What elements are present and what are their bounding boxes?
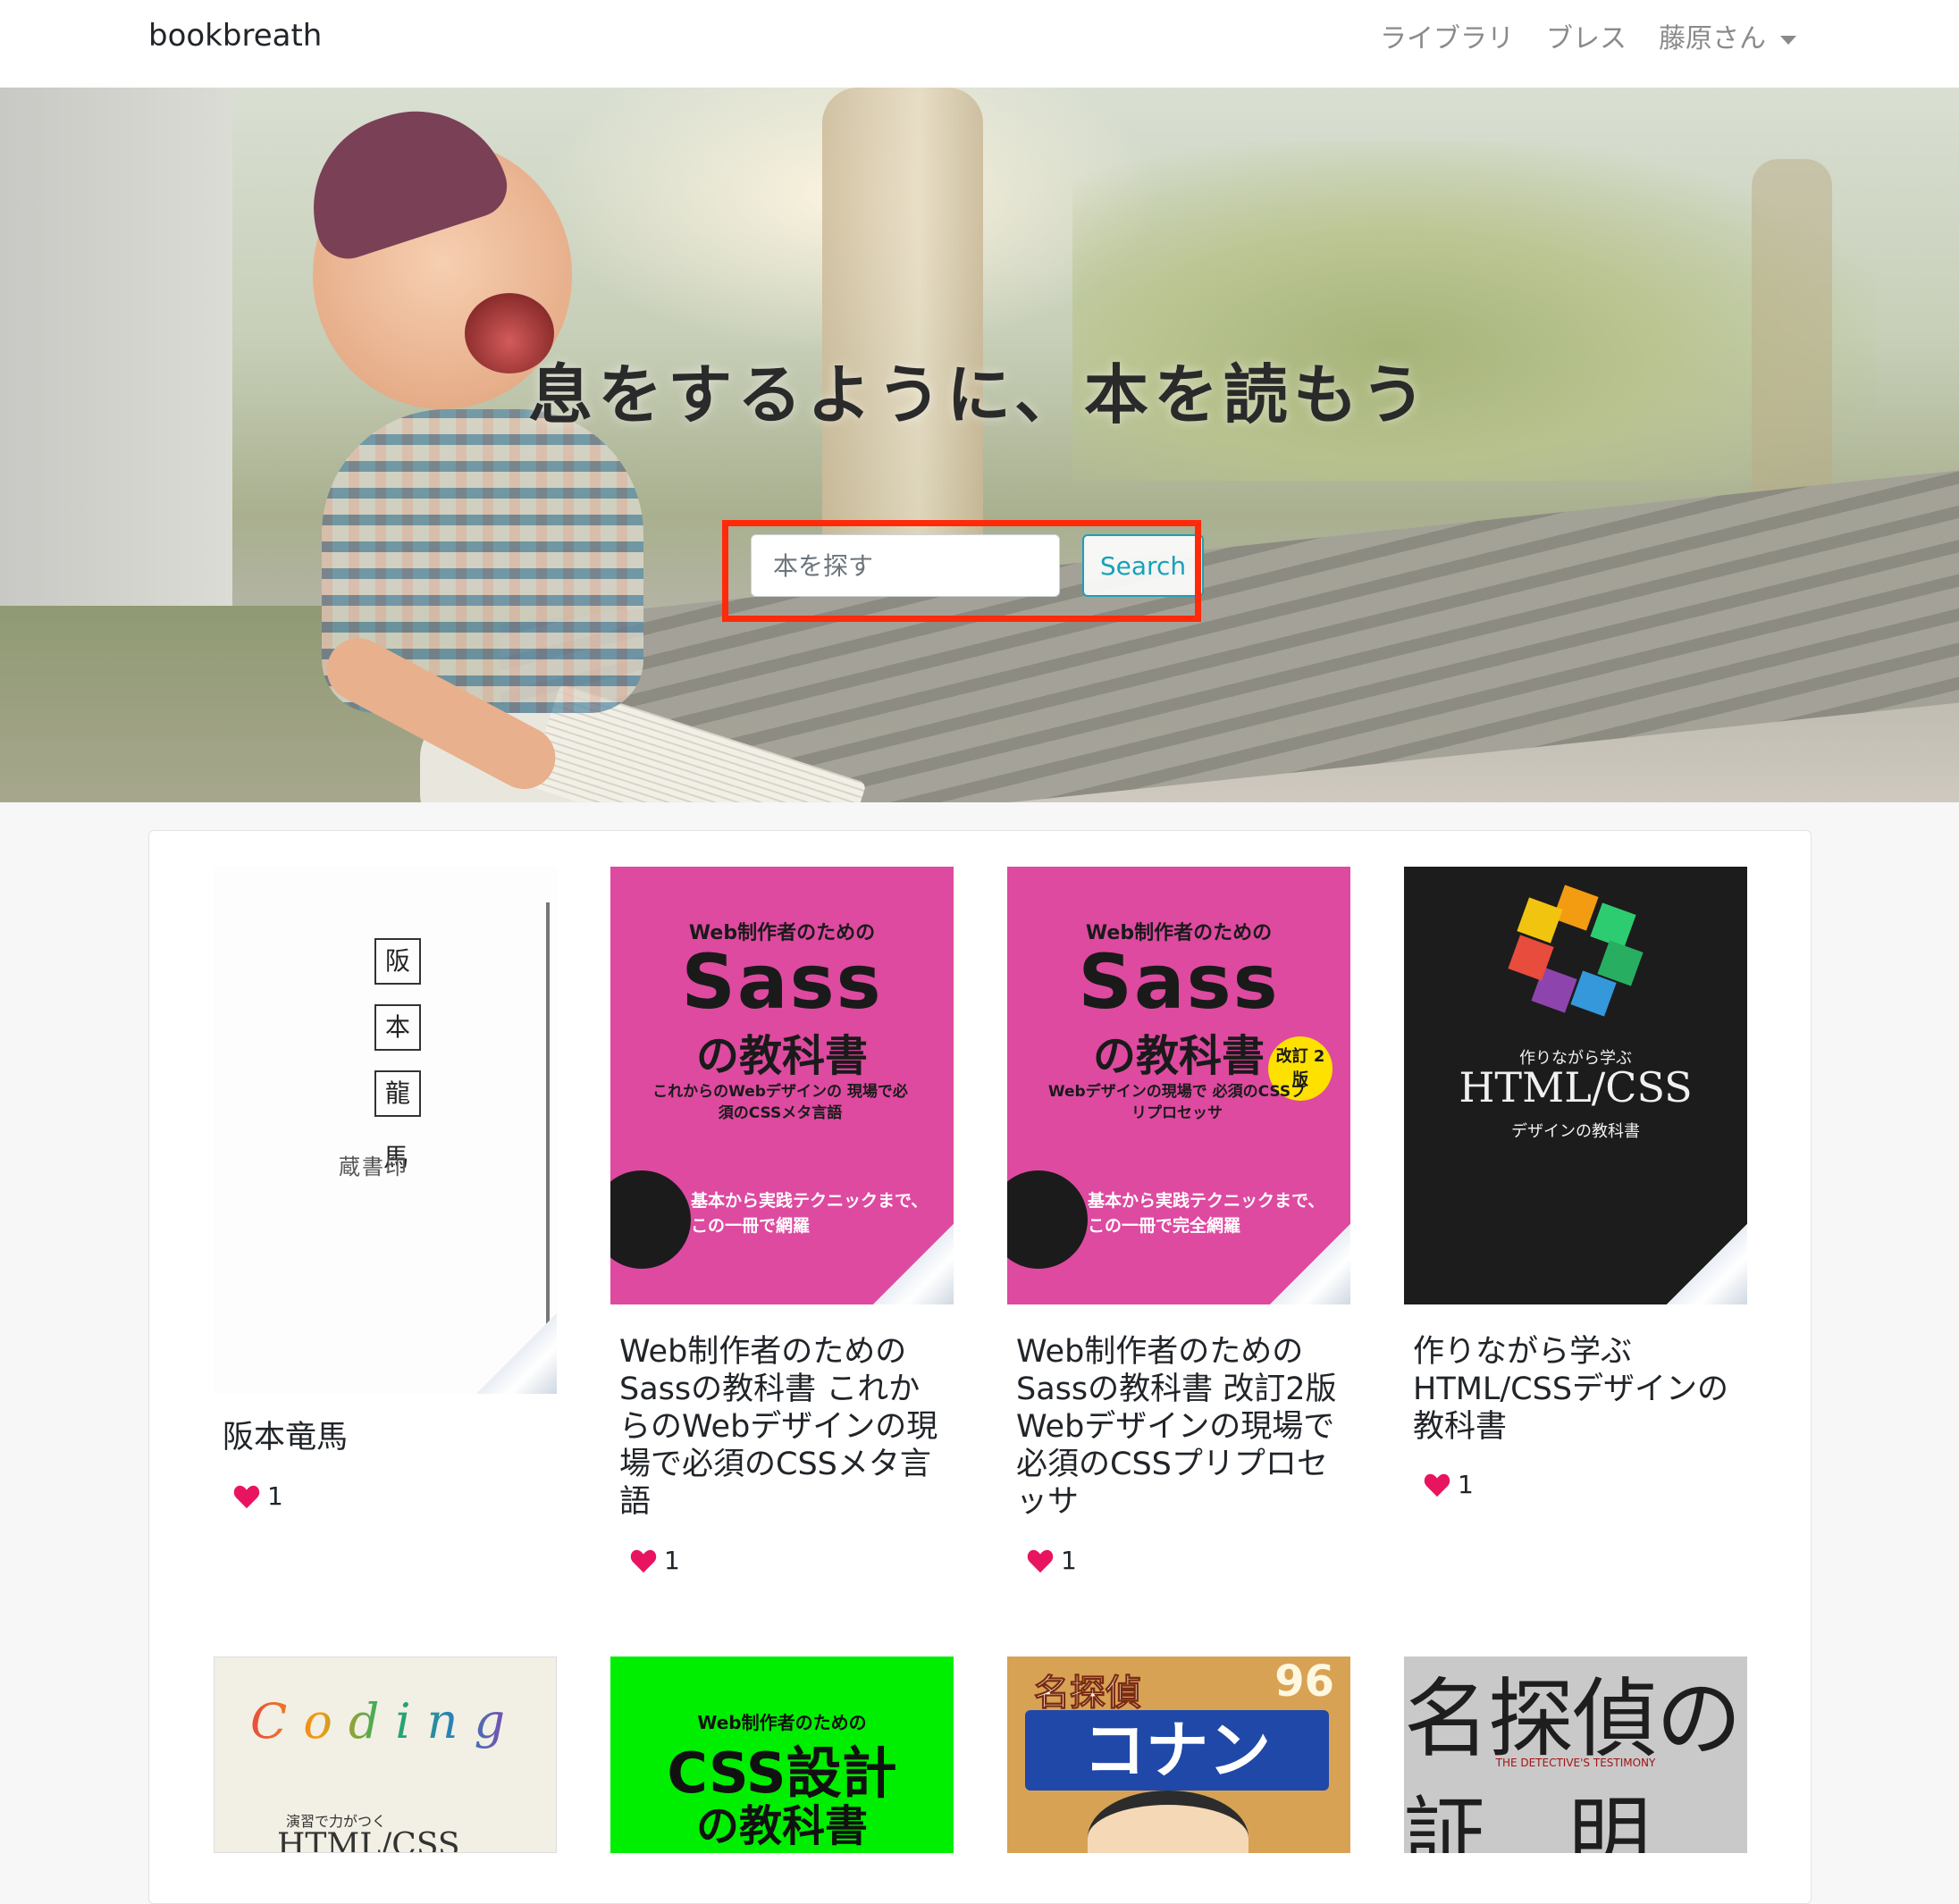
book-cover[interactable]: 作りながら学ぶ HTML/CSS デザインの教科書 [1404, 867, 1747, 1304]
cover-bubble [1007, 1170, 1088, 1269]
cover-text: HTML/CSS [1459, 1063, 1693, 1111]
book-title[interactable]: 作りながら学ぶ HTML/CSSデザインの教科書 [1413, 1333, 1744, 1446]
page-curl [476, 1313, 557, 1394]
like-count[interactable]: 1 [1027, 1546, 1077, 1575]
cover-text: 名探偵 [1034, 1673, 1142, 1715]
cover-text: HTML/CSS [277, 1827, 460, 1853]
page-curl [1667, 1224, 1747, 1304]
cover-char: 阪 [374, 938, 421, 985]
heart-icon[interactable] [233, 1484, 260, 1509]
cover-text: Webデザインの現場で 必須のCSSプリプロセッサ [1047, 1083, 1307, 1122]
nav-breath-link[interactable]: ブレス [1546, 16, 1627, 55]
nav-library-link[interactable]: ライブラリ [1380, 16, 1514, 55]
cover-text: Sass [681, 938, 883, 1026]
heart-icon[interactable] [1424, 1472, 1450, 1497]
book-cover[interactable]: Coding 演習で力がつく HTML/CSS [214, 1657, 557, 1853]
brand-logo[interactable]: bookbreath [148, 18, 322, 54]
top-navbar: bookbreath ライブラリ ブレス 藤原さん [0, 0, 1959, 88]
cover-text: これからのWebデザインの 現場で必須のCSSメタ言語 [652, 1083, 908, 1122]
hero-section: 息をするように、本を読もう Search [0, 88, 1959, 802]
search-button[interactable]: Search [1082, 534, 1204, 597]
cover-text: デザインの教科書 [1511, 1122, 1640, 1141]
heart-icon[interactable] [1027, 1548, 1054, 1573]
cover-text: の教科書 [695, 1031, 868, 1081]
nav-links: ライブラリ ブレス 藤原さん [1348, 16, 1796, 55]
book-search-form: Search [751, 534, 1204, 597]
book-list-card: 阪 本 龍 馬 蔵書印 阪本竜馬 1 Web制作者のための Sass の教科書 … [148, 830, 1812, 1904]
book-cover[interactable]: 阪 本 龍 馬 蔵書印 [214, 867, 557, 1394]
like-count-value: 1 [1458, 1470, 1474, 1499]
book-title[interactable]: Web制作者のための Sassの教科書 改訂2版 Webデザインの現場で必須のC… [1016, 1333, 1347, 1521]
hero-background-tree [822, 88, 983, 588]
cover-char: 本 [374, 1004, 421, 1051]
cover-text: Coding [250, 1693, 522, 1749]
like-count-value: 1 [267, 1481, 283, 1511]
like-count-value: 1 [1061, 1546, 1077, 1575]
user-menu-label: 藤原さん [1659, 23, 1766, 55]
cover-logo: コナン [1025, 1710, 1329, 1791]
book-cover[interactable]: 名探偵の THE DETECTIVE'S TESTIMONY 証 明 [1404, 1657, 1747, 1853]
cover-stamp: 蔵書印 [339, 1154, 408, 1179]
book-title[interactable]: 阪本竜馬 [223, 1419, 553, 1456]
cover-character [1088, 1791, 1249, 1853]
like-count[interactable]: 1 [630, 1546, 680, 1575]
user-menu-dropdown[interactable]: 藤原さん [1659, 16, 1796, 55]
book-title[interactable]: Web制作者のための Sassの教科書 これからのWebデザインの現場で必須のC… [619, 1333, 950, 1521]
book-cover[interactable]: 名探偵 96 コナン [1007, 1657, 1350, 1853]
book-cover[interactable]: Web制作者のための Sass の教科書 改訂 2版 Webデザインの現場で 必… [1007, 867, 1350, 1304]
book-cover[interactable]: Web制作者のための CSS設計 の教科書 [610, 1657, 954, 1853]
like-count[interactable]: 1 [1424, 1470, 1474, 1499]
like-count[interactable]: 1 [233, 1481, 283, 1511]
caret-down-icon [1780, 35, 1796, 45]
cover-edge [546, 902, 550, 1349]
page-curl [873, 1224, 954, 1304]
book-cover[interactable]: Web制作者のための Sass の教科書 これからのWebデザインの 現場で必須… [610, 867, 954, 1304]
page-curl [1270, 1224, 1350, 1304]
hero-title: 息をするように、本を読もう [528, 357, 1431, 432]
cover-volume: 96 [1274, 1657, 1334, 1707]
like-count-value: 1 [664, 1546, 680, 1575]
cover-bubble [610, 1170, 691, 1269]
cover-text: の教科書 [695, 1801, 868, 1851]
cover-text: Sass [1078, 938, 1280, 1026]
cover-cube-logo [1508, 885, 1644, 1017]
cover-char: 龍 [374, 1070, 421, 1117]
cover-text: THE DETECTIVE'S TESTIMONY [1495, 1757, 1656, 1769]
cover-text: 証 明 [1404, 1788, 1652, 1853]
heart-icon[interactable] [630, 1548, 657, 1573]
book-search-input[interactable] [751, 534, 1060, 597]
